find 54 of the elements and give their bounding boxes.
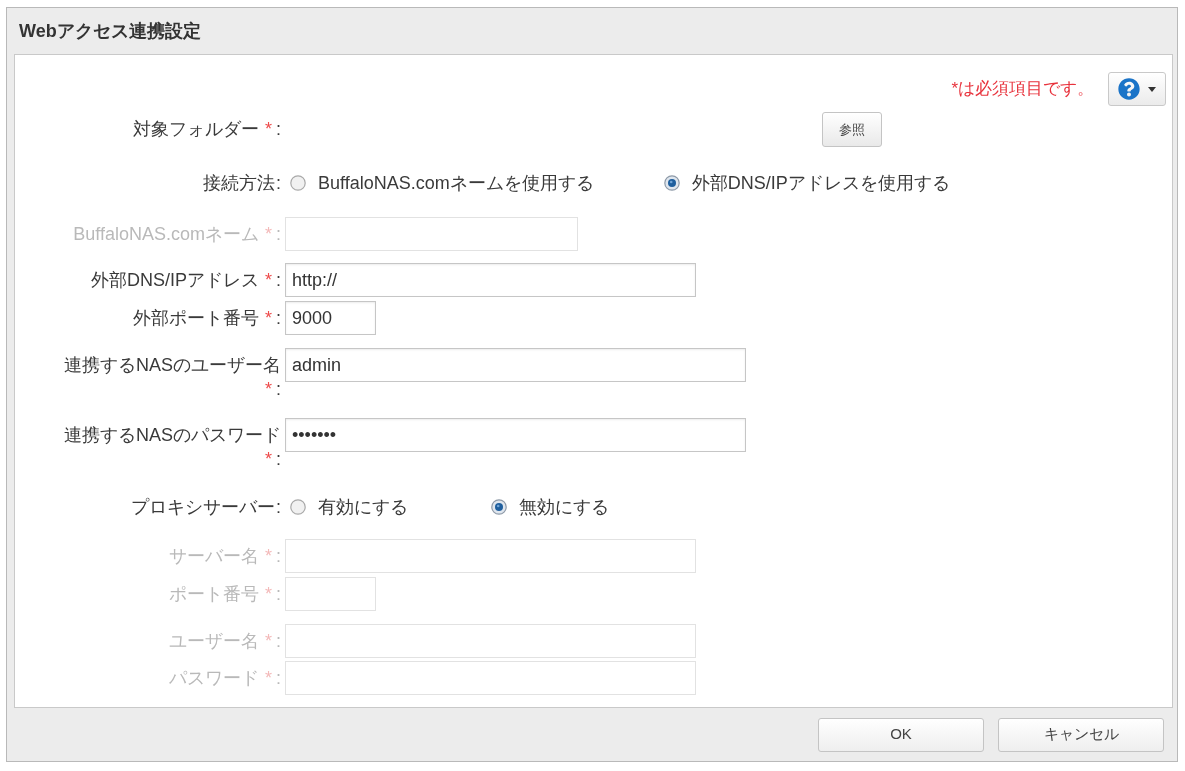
required-asterisk: * xyxy=(264,667,272,690)
radio-option[interactable]: 外部DNS/IPアドレスを使用する xyxy=(663,171,950,195)
label-colon: : xyxy=(276,545,281,568)
label-colon: : xyxy=(276,667,281,690)
field-label: 外部ポート番号 xyxy=(132,307,259,330)
field-label: 連携するNASのパスワード xyxy=(64,424,281,447)
label-colon: : xyxy=(276,269,281,292)
label-colon: : xyxy=(276,378,281,401)
radio-icon[interactable] xyxy=(290,499,306,515)
radio-icon[interactable] xyxy=(663,175,680,191)
field-label: 接続方法 xyxy=(203,172,275,195)
input-field[interactable]: 9000 xyxy=(285,301,376,335)
label-colon: : xyxy=(276,630,281,653)
radio-option[interactable]: 有効にする xyxy=(290,495,408,519)
field-label: 対象フォルダー xyxy=(132,118,259,141)
field-label: 外部DNS/IPアドレス xyxy=(90,269,259,292)
ok-button[interactable]: OK xyxy=(818,717,984,752)
field-label: サーバー名 xyxy=(168,545,259,568)
field-label: ユーザー名 xyxy=(168,630,259,653)
input-field[interactable]: http:// xyxy=(285,263,696,297)
required-asterisk: * xyxy=(264,269,272,292)
browse-button[interactable]: 参照 xyxy=(822,112,882,147)
required-asterisk: * xyxy=(264,630,272,653)
required-asterisk: * xyxy=(264,223,272,246)
required-asterisk: * xyxy=(264,378,272,401)
required-asterisk: * xyxy=(264,307,272,330)
help-icon xyxy=(1118,78,1140,100)
label-colon: : xyxy=(276,307,281,330)
required-asterisk: * xyxy=(264,583,272,606)
input-field[interactable]: admin xyxy=(285,348,746,382)
field-label: BuffaloNAS.comネーム xyxy=(73,223,259,246)
label-colon: : xyxy=(276,118,281,141)
radio-icon[interactable] xyxy=(290,175,306,191)
label-colon: : xyxy=(276,172,281,195)
required-note: *は必須項目です。 xyxy=(951,78,1094,101)
radio-icon[interactable] xyxy=(491,499,507,515)
required-asterisk: * xyxy=(264,448,272,471)
caret-icon xyxy=(1148,86,1156,92)
label-colon: : xyxy=(276,583,281,606)
input-field[interactable]: ••••••• xyxy=(285,418,746,452)
field-label: 連携するNASのユーザー名 xyxy=(64,354,281,377)
radio-option[interactable]: BuffaloNAS.comネームを使用する xyxy=(290,171,594,195)
cancel-button[interactable]: キャンセル xyxy=(998,717,1164,752)
required-asterisk: * xyxy=(264,545,272,568)
field-label: プロキシサーバー xyxy=(131,496,275,519)
required-asterisk: * xyxy=(264,118,272,141)
label-colon: : xyxy=(276,448,281,471)
help-button[interactable] xyxy=(1108,72,1166,106)
field-label: パスワード xyxy=(168,667,259,690)
field-label: ポート番号 xyxy=(168,583,259,606)
radio-option[interactable]: 無効にする xyxy=(491,495,609,519)
label-colon: : xyxy=(276,496,281,519)
label-colon: : xyxy=(276,223,281,246)
window-title: Webアクセス連携設定 xyxy=(19,19,201,43)
